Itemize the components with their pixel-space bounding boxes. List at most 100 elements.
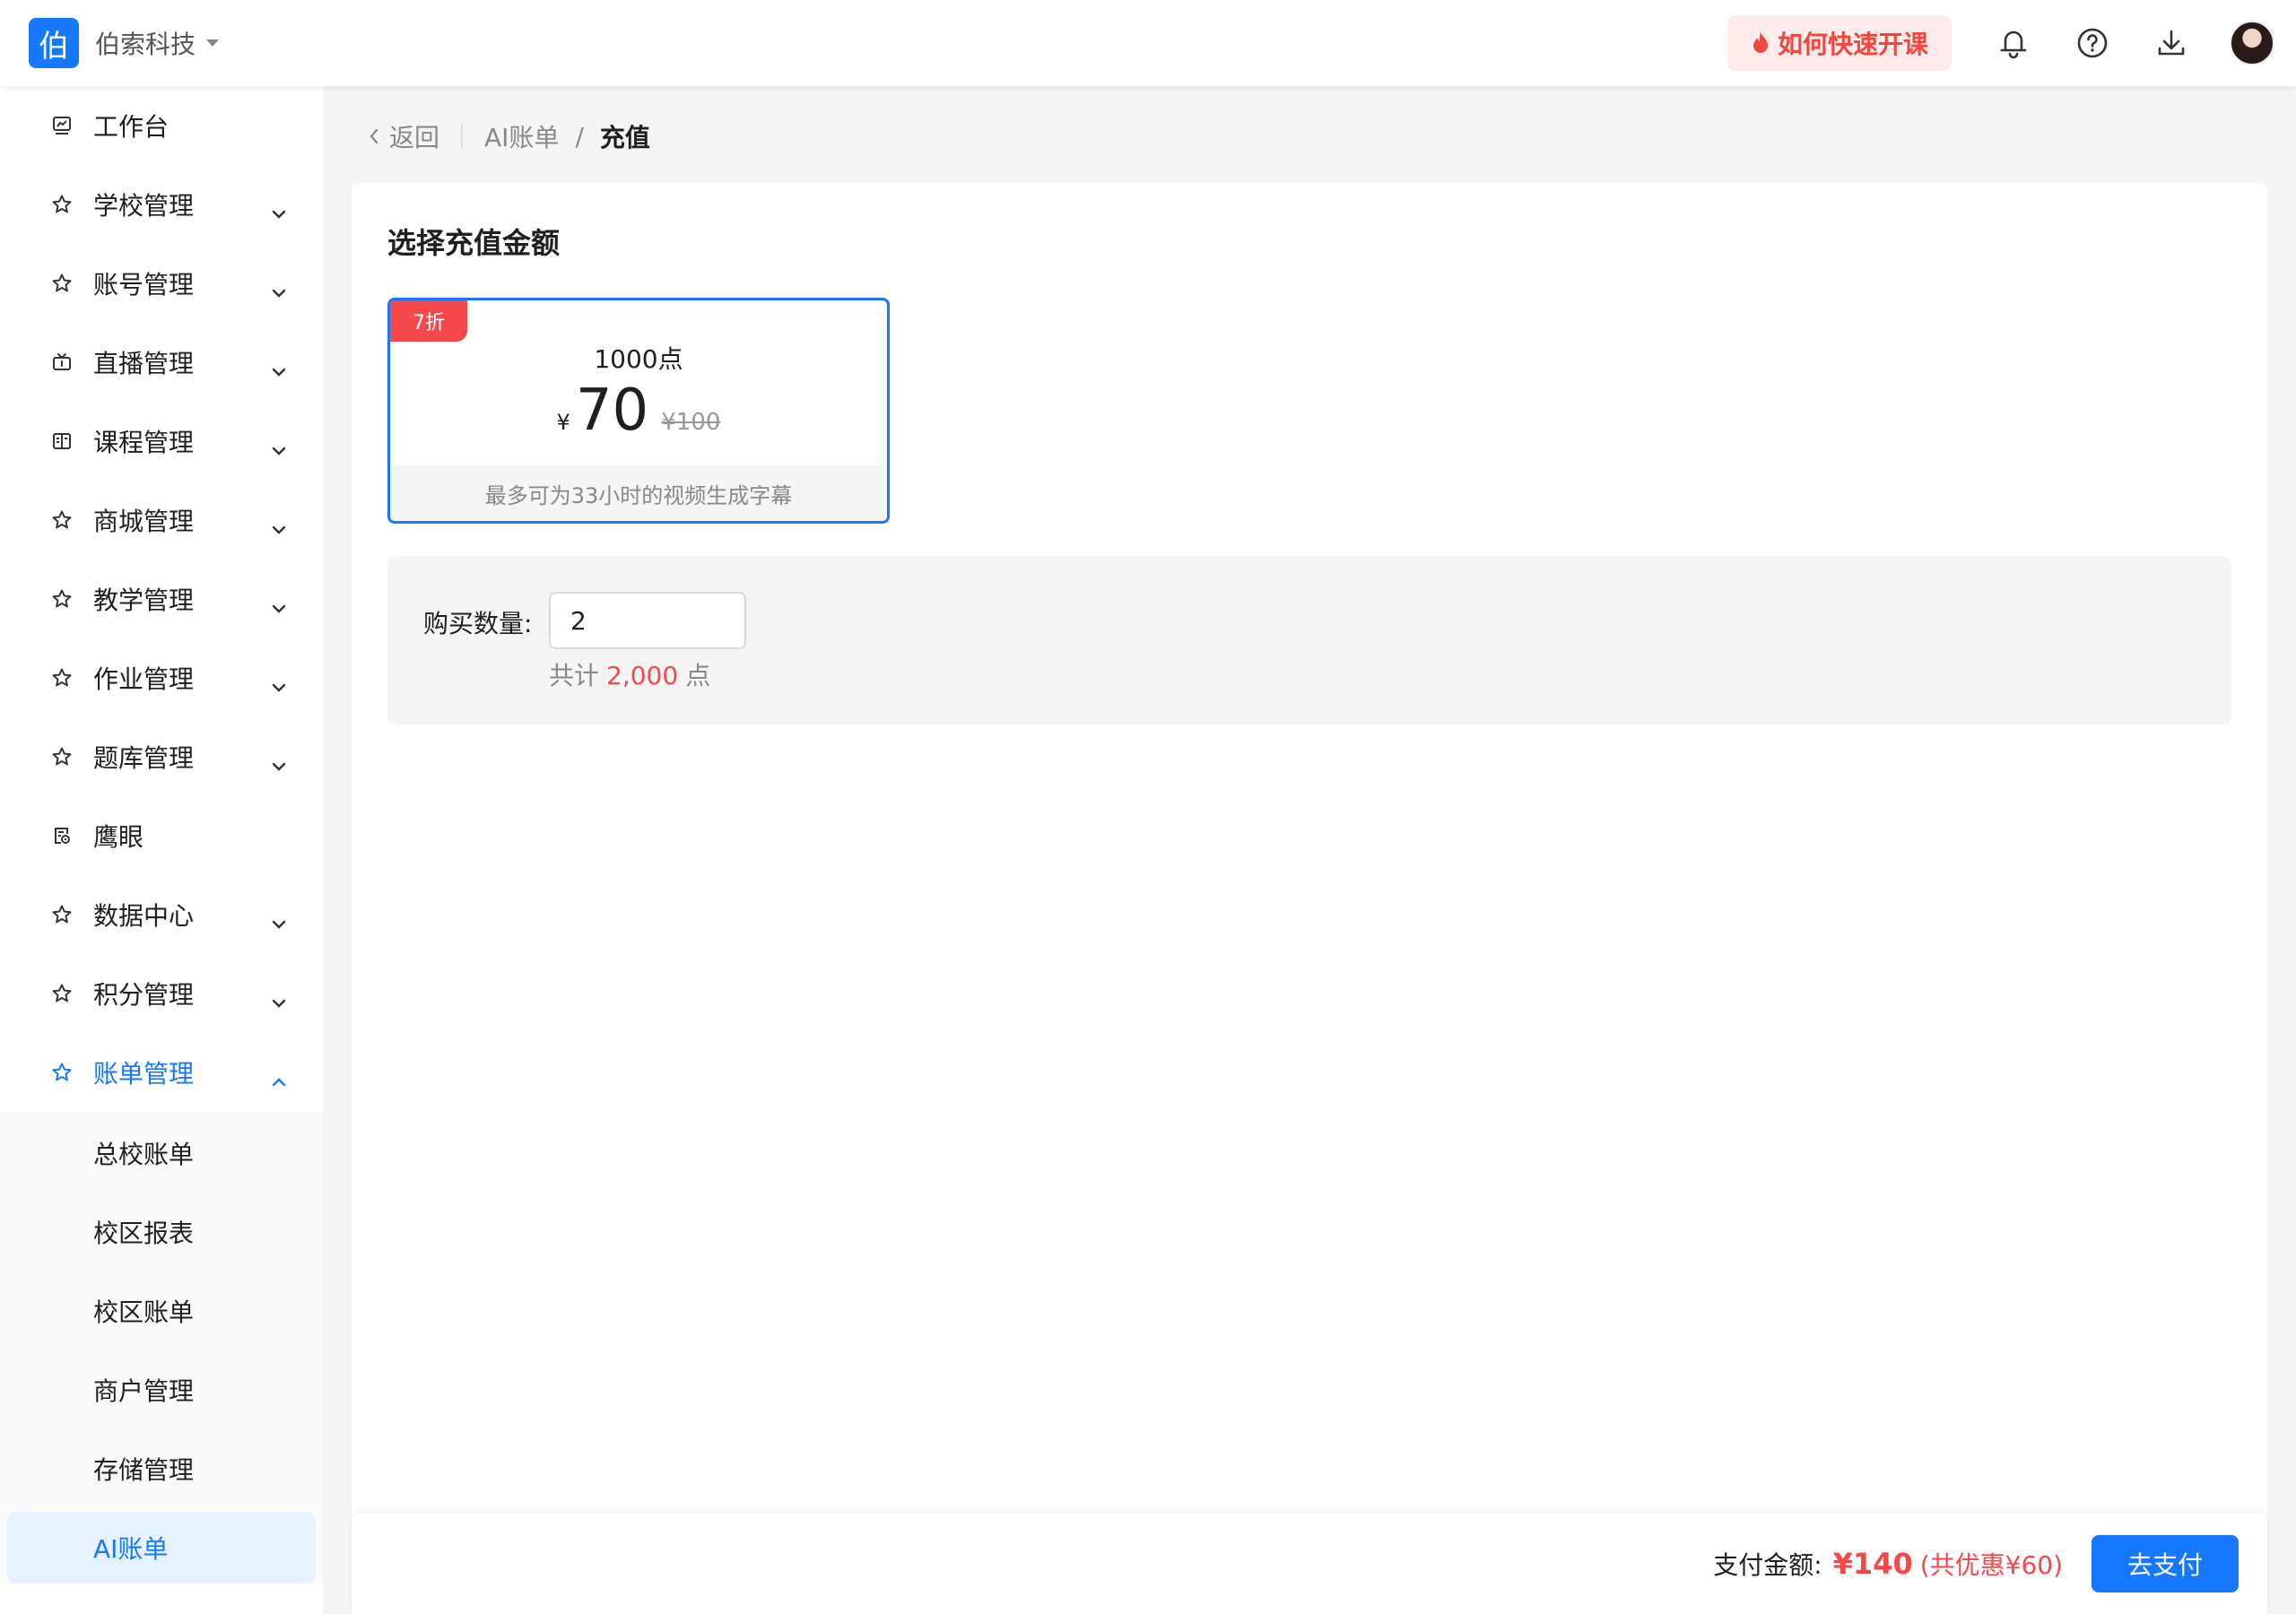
org-name[interactable]: 伯索科技	[95, 25, 196, 61]
breadcrumb-separator: /	[575, 121, 584, 152]
sidebar-item-label: 工作台	[93, 112, 170, 142]
package-price-amount: 70	[575, 377, 649, 444]
chevron-down-icon	[271, 355, 287, 385]
sidebar-item-label: 学校管理	[93, 191, 195, 221]
total-suffix: 点	[685, 661, 711, 690]
breadcrumb-divider	[461, 123, 464, 150]
chevron-down-icon	[271, 434, 287, 464]
chevron-left-icon	[370, 128, 378, 144]
main-content: 返回 AI账单 / 充值 选择充值金额 7折 1000点 ¥ 70 ¥100 最…	[323, 86, 2296, 1614]
section-title: 选择充值金额	[387, 226, 561, 260]
payment-discount: (共优惠¥60)	[1919, 1550, 2063, 1580]
sidebar-item-label: 积分管理	[93, 980, 195, 1010]
chevron-down-icon	[271, 197, 287, 227]
sidebar-subitem-ai-bill[interactable]: AI账单	[7, 1512, 316, 1584]
package-note: 最多可为33小时的视频生成字幕	[390, 465, 887, 521]
sidebar-item-label: 课程管理	[93, 428, 195, 457]
sidebar-item-label: 账号管理	[93, 270, 195, 299]
star-icon	[50, 587, 74, 611]
currency-symbol: ¥	[556, 410, 570, 435]
sidebar-item-hawkeye[interactable]: 鹰眼	[0, 796, 323, 875]
sidebar-item-data-center[interactable]: 数据中心	[0, 875, 323, 954]
sidebar-item-teaching[interactable]: 教学管理	[0, 560, 323, 638]
total-prefix: 共计	[549, 661, 600, 690]
chevron-down-icon	[271, 986, 287, 1016]
pay-button[interactable]: 去支付	[2092, 1535, 2239, 1592]
sidebar-subitem-head-office-bill[interactable]: 总校账单	[0, 1114, 323, 1193]
quick-start-label: 如何快速开课	[1777, 30, 1928, 59]
quick-start-button[interactable]: 如何快速开课	[1726, 15, 1952, 71]
sidebar-item-label: 直播管理	[93, 349, 195, 378]
recharge-package-card[interactable]: 7折 1000点 ¥ 70 ¥100 最多可为33小时的视频生成字幕	[387, 298, 890, 524]
star-icon	[50, 508, 74, 532]
billing-submenu: 总校账单 校区报表 校区账单 商户管理 存储管理 AI账单	[0, 1112, 323, 1584]
quantity-total: 共计 2,000 点	[549, 656, 710, 692]
star-icon	[50, 903, 74, 926]
top-bar-actions: 如何快速开课	[1726, 15, 2296, 71]
fire-icon	[1752, 32, 1768, 53]
discount-badge: 7折	[390, 300, 467, 342]
chart-icon	[50, 114, 74, 137]
sidebar-item-points[interactable]: 积分管理	[0, 954, 323, 1033]
sidebar-item-label: 账单管理	[93, 1059, 195, 1089]
star-icon	[50, 1061, 74, 1084]
tv-icon	[50, 351, 74, 374]
sidebar-item-label: 数据中心	[93, 901, 195, 931]
package-points: 1000点	[594, 344, 683, 374]
sidebar-item-label: 鹰眼	[93, 822, 144, 852]
quantity-label: 购买数量:	[423, 609, 533, 638]
breadcrumb: 返回 AI账单 / 充值	[368, 118, 650, 154]
sidebar-subitem-merchant[interactable]: 商户管理	[0, 1350, 323, 1429]
recharge-panel: 选择充值金额 7折 1000点 ¥ 70 ¥100 最多可为33小时的视频生成字…	[352, 183, 2267, 1600]
sidebar-item-label: 教学管理	[93, 586, 195, 615]
sidebar-subitem-storage[interactable]: 存储管理	[0, 1429, 323, 1508]
eye-doc-icon	[50, 824, 74, 847]
payment-bar: 支付金额: ¥140 (共优惠¥60) 去支付	[352, 1514, 2267, 1614]
package-price: ¥ 70 ¥100	[390, 377, 887, 444]
bell-icon[interactable]	[1996, 26, 2031, 60]
back-link[interactable]: 返回	[368, 118, 439, 154]
org-logo[interactable]: 伯	[29, 18, 79, 68]
sidebar-item-account[interactable]: 账号管理	[0, 244, 323, 323]
star-icon	[50, 272, 74, 295]
payment-label: 支付金额:	[1713, 1550, 1822, 1580]
top-bar: 伯 伯索科技 如何快速开课	[0, 0, 2296, 86]
sidebar-item-billing[interactable]: 账单管理	[0, 1033, 323, 1112]
avatar[interactable]	[2230, 21, 2274, 65]
sidebar-item-question-bank[interactable]: 题库管理	[0, 717, 323, 796]
total-points: 2,000	[606, 661, 679, 690]
package-original-price: ¥100	[661, 409, 721, 436]
star-icon	[50, 193, 74, 216]
chevron-down-icon	[271, 907, 287, 937]
breadcrumb-parent[interactable]: AI账单	[484, 118, 559, 154]
help-icon[interactable]	[2075, 26, 2109, 60]
breadcrumb-current: 充值	[599, 123, 650, 152]
sidebar-item-label: 题库管理	[93, 743, 195, 773]
sidebar-item-homework[interactable]: 作业管理	[0, 638, 323, 717]
sidebar-item-label: 商城管理	[93, 507, 195, 536]
chevron-down-icon	[271, 671, 287, 700]
chevron-down-icon	[271, 513, 287, 542]
sidebar: 工作台 学校管理 账号管理 直播管理 课程管理 商城管理 教学管理 作业管理 题…	[0, 86, 323, 1614]
quantity-section: 购买数量: 共计2,000点	[387, 556, 2231, 725]
download-icon[interactable]	[2154, 26, 2188, 60]
caret-down-icon[interactable]	[206, 39, 220, 47]
sidebar-item-school[interactable]: 学校管理	[0, 165, 323, 244]
sidebar-item-course[interactable]: 课程管理	[0, 402, 323, 481]
sidebar-item-live[interactable]: 直播管理	[0, 323, 323, 402]
sidebar-subitem-campus-bill[interactable]: 校区账单	[0, 1271, 323, 1350]
star-icon	[50, 745, 74, 768]
back-label: 返回	[389, 123, 440, 152]
star-icon	[50, 982, 74, 1005]
sidebar-item-mall[interactable]: 商城管理	[0, 481, 323, 560]
payment-amount: ¥140	[1832, 1547, 1913, 1581]
quantity-input[interactable]	[549, 592, 746, 649]
book-icon	[50, 430, 74, 453]
chevron-down-icon	[271, 750, 287, 779]
chevron-down-icon	[271, 592, 287, 621]
chevron-down-icon	[271, 276, 287, 306]
star-icon	[50, 666, 74, 690]
chevron-up-icon	[271, 1065, 287, 1095]
sidebar-subitem-campus-report[interactable]: 校区报表	[0, 1193, 323, 1271]
sidebar-item-workbench[interactable]: 工作台	[0, 86, 323, 165]
